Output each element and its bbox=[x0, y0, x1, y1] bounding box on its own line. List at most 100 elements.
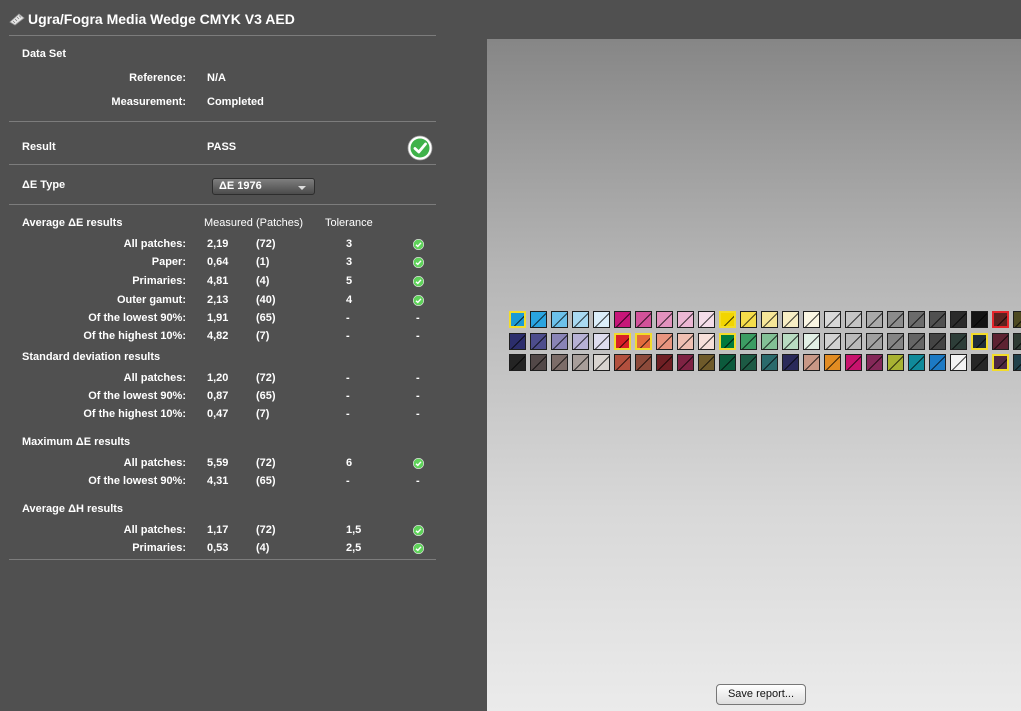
color-patch bbox=[656, 354, 673, 371]
color-patch bbox=[992, 311, 1009, 328]
save-report-button[interactable]: Save report... bbox=[716, 684, 806, 705]
color-patch bbox=[992, 354, 1009, 371]
color-patch bbox=[698, 311, 715, 328]
divider bbox=[9, 121, 436, 122]
divider bbox=[9, 35, 436, 36]
de-type-selected: ΔE 1976 bbox=[219, 180, 262, 192]
tolerance-value: - bbox=[346, 330, 350, 342]
color-patch bbox=[971, 311, 988, 328]
tolerance-value: 6 bbox=[346, 457, 353, 469]
color-patch bbox=[593, 354, 610, 371]
color-patch bbox=[908, 311, 925, 328]
measurement-value: Completed bbox=[207, 96, 264, 108]
check-circle-icon bbox=[413, 295, 424, 306]
color-patch bbox=[530, 311, 547, 328]
color-patch bbox=[992, 333, 1009, 350]
ruler-icon bbox=[9, 13, 25, 26]
color-patch bbox=[1013, 333, 1021, 350]
color-patch bbox=[635, 354, 652, 371]
color-patch bbox=[551, 354, 568, 371]
color-patch bbox=[635, 333, 652, 350]
color-patch bbox=[1013, 354, 1021, 371]
color-patch bbox=[572, 311, 589, 328]
color-patch bbox=[677, 333, 694, 350]
std-dev-heading: Standard deviation results bbox=[22, 351, 161, 363]
patch-count: (4) bbox=[256, 542, 270, 554]
color-patch bbox=[803, 333, 820, 350]
status-value: - bbox=[416, 408, 420, 420]
row-label: Outer gamut: bbox=[116, 294, 186, 306]
check-circle-icon bbox=[413, 543, 424, 554]
measured-value: 1,20 bbox=[207, 372, 229, 384]
color-patch bbox=[824, 354, 841, 371]
patch-count: (72) bbox=[256, 524, 276, 536]
color-patch bbox=[593, 333, 610, 350]
row-label: Primaries: bbox=[132, 275, 186, 287]
check-circle-icon bbox=[413, 276, 424, 287]
color-patch bbox=[971, 333, 988, 350]
avg-de-heading: Average ΔE results bbox=[22, 217, 123, 229]
tolerance-value: 4 bbox=[346, 294, 353, 306]
color-patch bbox=[845, 333, 862, 350]
tolerance-value: 1,5 bbox=[346, 524, 362, 536]
color-patch bbox=[719, 354, 736, 371]
color-patch bbox=[845, 354, 862, 371]
color-patch bbox=[782, 354, 799, 371]
status-value: - bbox=[416, 390, 420, 402]
row-label: Of the lowest 90%: bbox=[88, 390, 186, 402]
de-type-label: ΔE Type bbox=[22, 179, 66, 191]
color-patch bbox=[509, 311, 526, 328]
color-patch bbox=[845, 311, 862, 328]
patch-count: (72) bbox=[256, 238, 276, 250]
title-bar: Ugra/Fogra Media Wedge CMYK V3 AED bbox=[0, 0, 1021, 38]
check-circle-icon bbox=[413, 239, 424, 250]
tolerance-column-header: Tolerance bbox=[325, 217, 373, 229]
color-patch bbox=[530, 354, 547, 371]
color-patch bbox=[950, 354, 967, 371]
color-patch bbox=[971, 354, 988, 371]
color-patch bbox=[530, 333, 547, 350]
color-patch bbox=[509, 354, 526, 371]
color-patch bbox=[803, 311, 820, 328]
color-patch bbox=[950, 333, 967, 350]
tolerance-value: 2,5 bbox=[346, 542, 362, 554]
color-patch bbox=[677, 311, 694, 328]
tolerance-value: - bbox=[346, 408, 350, 420]
color-patch bbox=[593, 311, 610, 328]
color-patch bbox=[677, 354, 694, 371]
color-patch bbox=[719, 311, 736, 328]
color-patch bbox=[803, 354, 820, 371]
color-patch bbox=[614, 333, 631, 350]
color-patch bbox=[614, 311, 631, 328]
row-label: Of the lowest 90%: bbox=[88, 312, 186, 324]
measured-value: 1,91 bbox=[207, 312, 229, 324]
color-patch bbox=[782, 333, 799, 350]
tolerance-value: - bbox=[346, 475, 350, 487]
color-patch bbox=[950, 311, 967, 328]
window-title: Ugra/Fogra Media Wedge CMYK V3 AED bbox=[28, 11, 295, 27]
color-patch bbox=[740, 333, 757, 350]
chevron-down-icon bbox=[298, 186, 306, 190]
patch-count: (72) bbox=[256, 372, 276, 384]
color-patch bbox=[635, 311, 652, 328]
color-patch bbox=[929, 354, 946, 371]
row-label: Paper: bbox=[151, 256, 186, 268]
reference-label: Reference: bbox=[129, 72, 186, 84]
data-set-heading: Data Set bbox=[22, 48, 67, 60]
color-patch bbox=[740, 311, 757, 328]
row-label: All patches: bbox=[123, 372, 186, 384]
row-label: Of the highest 10%: bbox=[83, 408, 186, 420]
patch-preview-panel bbox=[487, 39, 1021, 711]
color-patch bbox=[761, 333, 778, 350]
tolerance-value: 3 bbox=[346, 256, 353, 268]
row-label: All patches: bbox=[123, 457, 186, 469]
patch-count: (40) bbox=[256, 294, 276, 306]
max-de-heading: Maximum ΔE results bbox=[22, 436, 131, 448]
color-patch bbox=[572, 333, 589, 350]
avg-dh-heading: Average ΔH results bbox=[22, 503, 124, 515]
result-label: Result bbox=[22, 141, 56, 153]
divider bbox=[9, 204, 436, 205]
tolerance-value: - bbox=[346, 372, 350, 384]
de-type-dropdown[interactable]: ΔE 1976 bbox=[212, 178, 315, 195]
color-patch bbox=[866, 333, 883, 350]
